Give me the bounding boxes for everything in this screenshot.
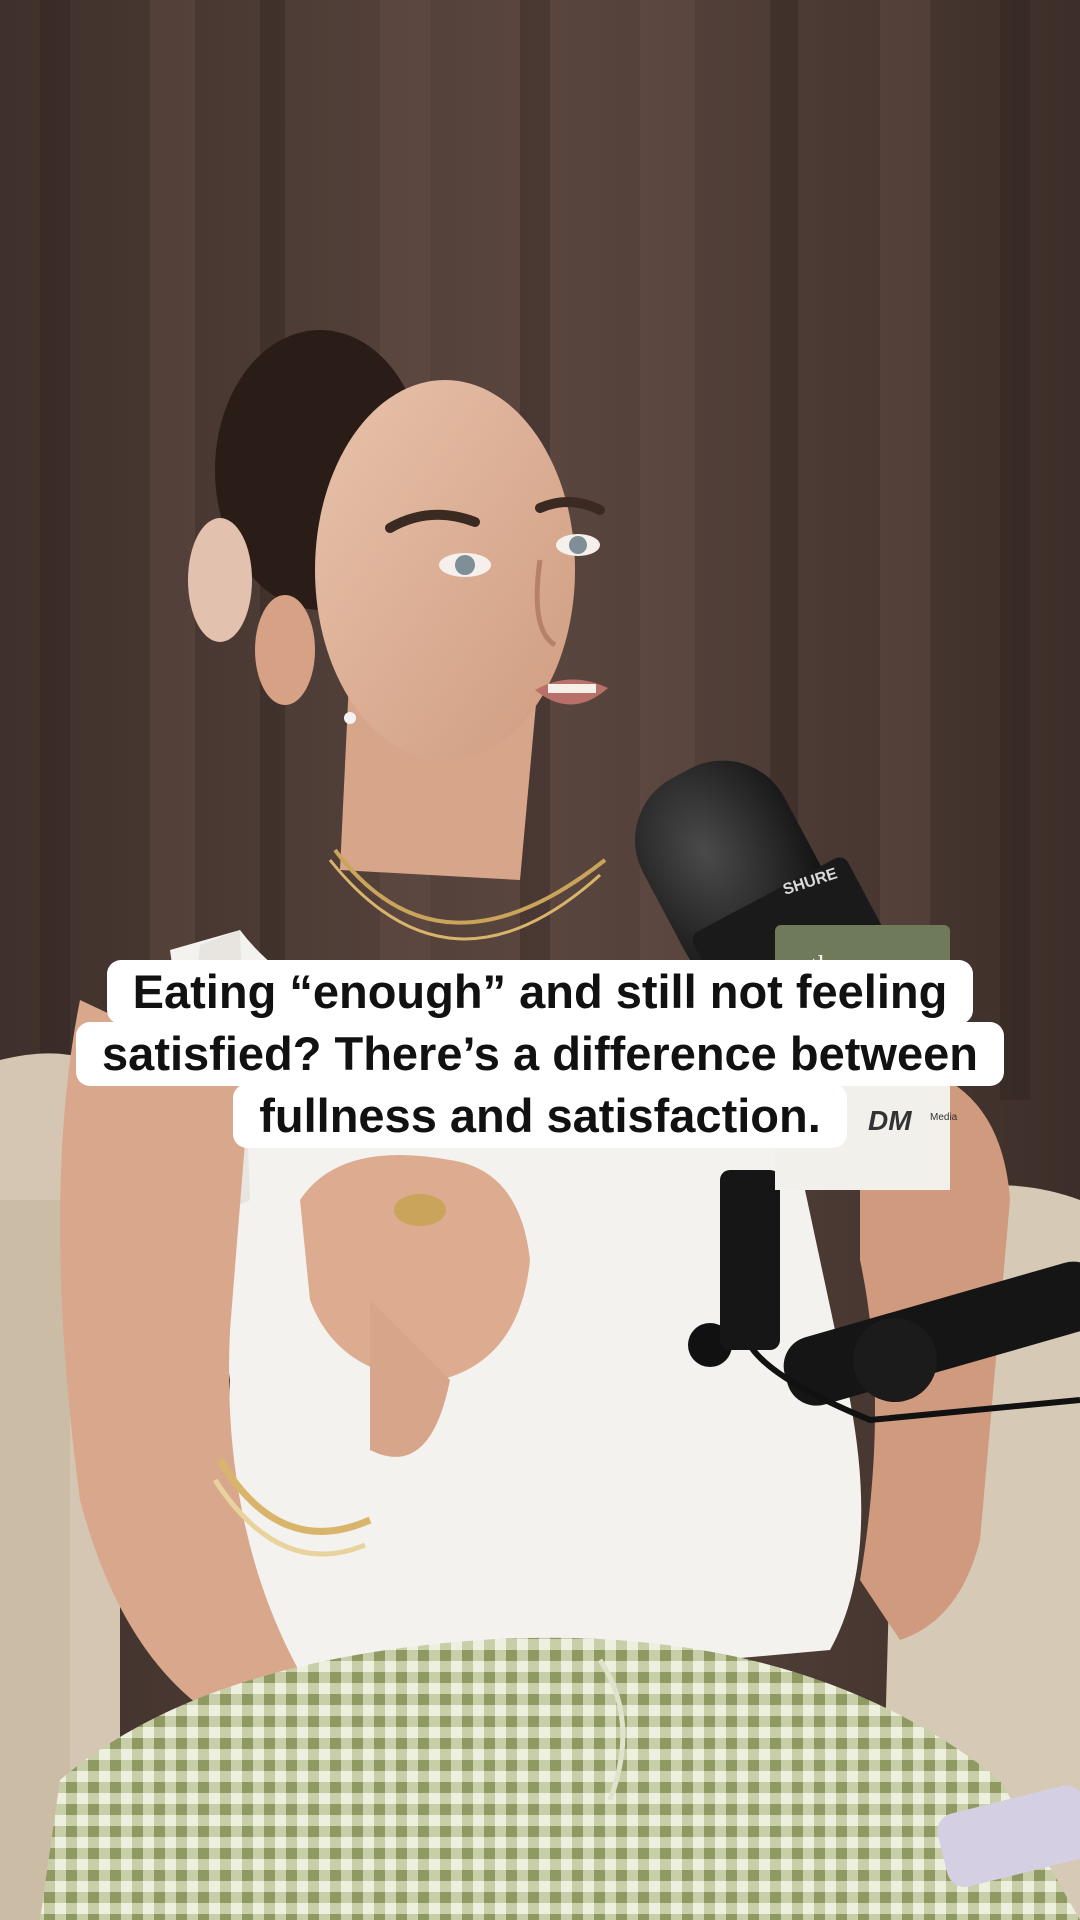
scrunchie	[188, 518, 252, 642]
caption-overlay: Eating “enough” and still not feeling sa…	[0, 960, 1080, 1148]
caption-line-2: satisfied? There’s a difference between	[76, 1022, 1004, 1086]
caption-line-1: Eating “enough” and still not feeling	[106, 960, 974, 1024]
video-frame: the DM Media SHURE Eating “enough” and s…	[0, 0, 1080, 1920]
caption-line-3: fullness and satisfaction.	[233, 1084, 847, 1148]
